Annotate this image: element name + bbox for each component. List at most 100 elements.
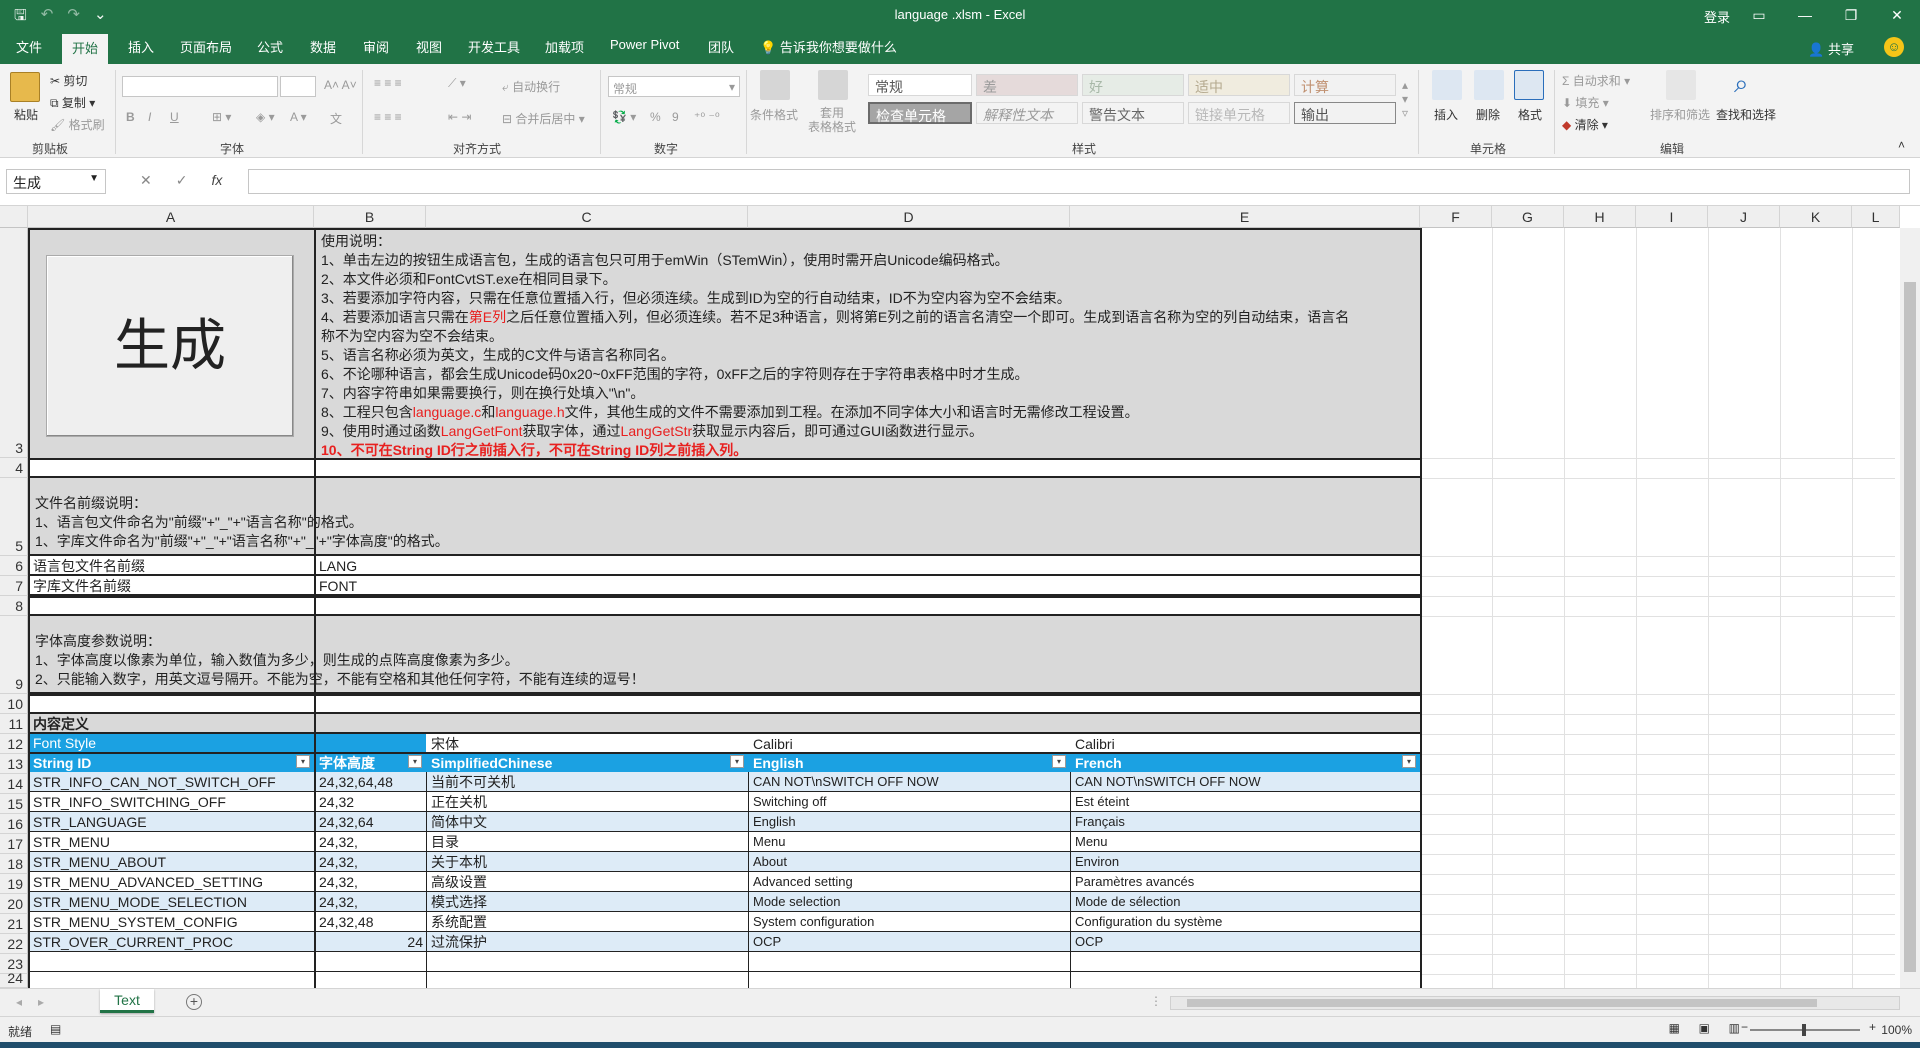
table-cell[interactable]: 模式选择 xyxy=(428,893,748,911)
lang-prefix-label-cell[interactable]: 语言包文件名前缀 xyxy=(28,554,316,576)
close-icon[interactable]: ✕ xyxy=(1874,0,1920,30)
table-cell[interactable]: STR_OVER_CURRENT_PROC xyxy=(30,933,314,951)
collapse-ribbon-icon[interactable]: ˄ xyxy=(1898,138,1905,152)
wrap-text-button[interactable]: ⤶ 自动换行 xyxy=(502,78,560,95)
style-warning[interactable]: 警告文本 xyxy=(1082,102,1184,124)
decimal-icon[interactable]: ⁺⁰ ⁻⁰ xyxy=(694,110,720,124)
instructions-cell[interactable]: 使用说明： 1、单击左边的按钮生成语言包，生成的语言包只可用于emWin（STe… xyxy=(314,228,1422,460)
fill-color-icon[interactable]: ◈ ▾ xyxy=(256,110,275,124)
filter-dropdown-icon[interactable]: ▾ xyxy=(1402,755,1416,768)
row-header[interactable]: 12 xyxy=(0,734,28,754)
row-header[interactable]: 8 xyxy=(0,596,28,616)
insert-function-icon[interactable]: fx xyxy=(211,172,222,189)
row-header[interactable]: 21 xyxy=(0,914,28,934)
table-cell[interactable]: STR_MENU_ABOUT xyxy=(30,853,314,871)
font-prefix-label-cell[interactable]: 字库文件名前缀 xyxy=(28,574,316,596)
column-header-g[interactable]: G xyxy=(1492,206,1564,228)
styles-scroll-icon[interactable]: ▴ ▾ ▿ xyxy=(1402,78,1408,120)
table-cell[interactable]: Advanced setting xyxy=(750,873,1070,891)
login-link[interactable]: 登录 xyxy=(1704,7,1730,26)
percent-button[interactable]: % xyxy=(650,110,661,124)
table-cell[interactable]: 24,32,64 xyxy=(316,813,426,831)
table-cell[interactable]: 当前不可关机 xyxy=(428,773,748,791)
header-font-height[interactable]: 字体高度 xyxy=(316,754,378,772)
table-cell[interactable]: 高级设置 xyxy=(428,873,748,891)
zoom-level[interactable]: 100% xyxy=(1881,1023,1912,1037)
tab-file[interactable]: 文件 xyxy=(16,37,42,56)
style-neutral[interactable]: 适中 xyxy=(1188,74,1290,96)
row-header[interactable]: 17 xyxy=(0,834,28,854)
column-header-d[interactable]: D xyxy=(748,206,1070,228)
enter-icon[interactable]: ✓ xyxy=(176,172,188,189)
sort-filter-icon[interactable] xyxy=(1666,70,1696,100)
prefix-notes-cell[interactable]: 文件名前缀说明： 1、语言包文件命名为"前缀"+"_"+"语言名称"的格式。 1… xyxy=(28,476,1422,556)
fill-button[interactable]: ⬇ 填充 ▾ xyxy=(1562,94,1609,111)
tab-insert[interactable]: 插入 xyxy=(128,37,154,56)
table-cell[interactable]: STR_MENU xyxy=(30,833,314,851)
orientation-icon[interactable]: ⟋ ▾ xyxy=(448,76,466,91)
row-header[interactable]: 16 xyxy=(0,814,28,834)
format-cells-button[interactable]: 格式 xyxy=(1518,106,1542,123)
table-cell[interactable]: 24,32, xyxy=(316,833,426,851)
zoom-minus-icon[interactable]: − xyxy=(1741,1020,1748,1034)
row-header[interactable]: 11 xyxy=(0,714,28,734)
column-header-j[interactable]: J xyxy=(1708,206,1780,228)
table-cell[interactable]: System configuration xyxy=(750,913,1070,931)
column-header-l[interactable]: L xyxy=(1852,206,1900,228)
font-color-icon[interactable]: A ▾ xyxy=(290,110,307,124)
row-header[interactable]: 6 xyxy=(0,556,28,576)
font-prefix-value-cell[interactable]: FONT xyxy=(314,574,1422,596)
spacer-row[interactable] xyxy=(28,458,1422,478)
table-cell[interactable]: 24,32, xyxy=(316,873,426,891)
currency-icon[interactable]: 💱 ▾ xyxy=(612,110,636,124)
macro-record-icon[interactable]: ▤ xyxy=(50,1022,61,1036)
delete-cells-button[interactable]: 删除 xyxy=(1476,106,1500,123)
tab-page-layout[interactable]: 页面布局 xyxy=(180,37,232,56)
merge-center-button[interactable]: ⊟ 合并后居中 ▾ xyxy=(502,110,585,127)
font-style-value[interactable]: Calibri xyxy=(1072,735,1118,753)
cancel-icon[interactable]: ✕ xyxy=(140,172,152,189)
delete-cells-icon[interactable] xyxy=(1474,70,1504,100)
font-style-label[interactable]: Font Style xyxy=(30,734,426,752)
table-cell[interactable]: About xyxy=(750,853,1070,871)
tab-view[interactable]: 视图 xyxy=(416,37,442,56)
cut-button[interactable]: ✂ 剪切 xyxy=(50,72,87,89)
add-sheet-icon[interactable]: + xyxy=(186,994,202,1010)
conditional-format-button[interactable]: 条件格式 xyxy=(750,106,798,123)
header-string-id[interactable]: String ID xyxy=(30,754,94,772)
column-header-a[interactable]: A xyxy=(28,206,314,228)
vertical-scrollbar[interactable] xyxy=(1900,228,1920,988)
style-output[interactable]: 输出 xyxy=(1294,102,1396,124)
row-header[interactable]: 3 xyxy=(0,228,28,458)
feedback-smile-icon[interactable]: ☺ xyxy=(1884,37,1904,57)
column-header-e[interactable]: E xyxy=(1070,206,1420,228)
zoom-slider[interactable] xyxy=(1750,1024,1860,1036)
table-cell[interactable]: Mode de sélection xyxy=(1072,893,1418,911)
underline-button[interactable]: U xyxy=(170,110,179,124)
magnifier-icon[interactable]: ⌕ xyxy=(1734,68,1749,100)
row-header[interactable]: 13 xyxy=(0,754,28,774)
tab-formulas[interactable]: 公式 xyxy=(257,37,283,56)
style-explanatory[interactable]: 解释性文本 xyxy=(976,102,1078,124)
table-cell[interactable]: English xyxy=(750,813,1070,831)
sheet-nav-next-icon[interactable]: ▸ xyxy=(38,995,44,1009)
row-header[interactable]: 20 xyxy=(0,894,28,914)
table-format-button[interactable]: 套用 表格格式 xyxy=(808,106,856,134)
column-header-f[interactable]: F xyxy=(1420,206,1492,228)
row-header[interactable]: 15 xyxy=(0,794,28,814)
scrollbar-thumb[interactable] xyxy=(1904,282,1916,972)
horizontal-scrollbar[interactable] xyxy=(1170,996,1900,1010)
style-bad[interactable]: 差 xyxy=(976,74,1078,96)
column-header-k[interactable]: K xyxy=(1780,206,1852,228)
find-select-button[interactable]: 查找和选择 xyxy=(1716,106,1776,123)
style-calculation[interactable]: 计算 xyxy=(1294,74,1396,96)
table-cell[interactable]: 关于本机 xyxy=(428,853,748,871)
share-button[interactable]: 👤 共享 xyxy=(1808,39,1854,58)
style-check-cell[interactable]: 检查单元格 xyxy=(868,102,972,124)
table-cell[interactable]: CAN NOT\nSWITCH OFF NOW xyxy=(1072,773,1418,791)
table-cell[interactable]: Paramètres avancés xyxy=(1072,873,1418,891)
page-break-view-icon[interactable]: ▥ xyxy=(1729,1021,1740,1035)
tab-home[interactable]: 开始 xyxy=(62,34,109,66)
ribbon-display-icon[interactable]: ▭ xyxy=(1736,0,1782,30)
copy-button[interactable]: ⧉ 复制 ▾ xyxy=(50,94,95,111)
